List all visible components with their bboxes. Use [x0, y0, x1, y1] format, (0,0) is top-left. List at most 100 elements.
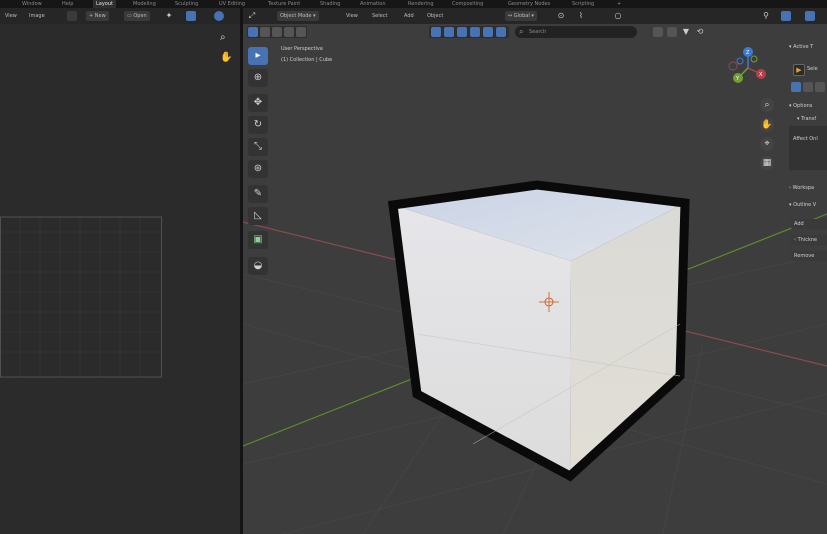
outline-remove-button[interactable]: Remove — [791, 251, 827, 261]
transform-orientation-dropdown[interactable]: ↔ Global ▾ — [505, 11, 537, 21]
cursor-tool[interactable]: ⊕ — [248, 69, 268, 87]
outline-label: Outline V — [793, 202, 817, 208]
sync-icon[interactable]: ⟲ — [695, 27, 705, 37]
outline-add-button[interactable]: Add — [791, 219, 827, 229]
image-pan-hand-icon[interactable]: ✋ — [220, 52, 232, 63]
transform-header[interactable]: ▾ Transf — [797, 116, 816, 122]
tab-sculpting[interactable]: Sculpting — [175, 0, 198, 8]
filter-mesh-icon[interactable] — [431, 27, 441, 37]
active-tool-icon[interactable]: ▶ — [793, 64, 805, 76]
active-tool-label: Active T — [793, 44, 814, 50]
options-header[interactable]: ▾ Options — [789, 103, 812, 109]
viewport-menu-object[interactable]: Object — [424, 11, 446, 21]
uv-grid — [0, 216, 162, 378]
tab-shading[interactable]: Shading — [320, 0, 340, 8]
tab-modeling[interactable]: Modeling — [133, 0, 156, 8]
image-editor-area: ⌕ ✋ — [0, 24, 240, 534]
transform-orientation-label: Global — [513, 13, 530, 19]
gizmo-z-label: Z — [746, 50, 750, 56]
tab-layout[interactable]: Layout — [93, 0, 116, 8]
camera-view-icon[interactable]: ⌖ — [760, 137, 774, 151]
filter-text-icon[interactable] — [483, 27, 493, 37]
outline-header[interactable]: ▾ Outline V — [789, 202, 816, 208]
thickness-field[interactable]: ‹ Thickne — [791, 235, 827, 245]
viewport-menu-add[interactable]: Add — [401, 11, 417, 21]
measure-tool[interactable]: ◺ — [248, 207, 268, 225]
overlay-toggle-icon[interactable] — [805, 11, 815, 21]
funnel-icon[interactable]: ▼ — [681, 27, 691, 37]
menu-window[interactable]: Window — [22, 0, 42, 8]
visibility-icon[interactable]: ⚲ — [761, 11, 771, 21]
sidebar-panel: ▾ Active T ▶ Sele ▾ Options ▾ Transf Aff… — [789, 42, 827, 292]
image-zoom-icon[interactable]: ⌕ — [220, 32, 226, 43]
add-workspace-icon[interactable]: + — [617, 0, 621, 8]
shading-ball-tool[interactable]: ◒ — [248, 257, 268, 275]
3d-viewport[interactable]: Z X Y ⌕ Search ▼ ⟲ User Perspective (1) … — [243, 24, 827, 534]
viewport-header: ⤢ Object Mode ▾ View Select Add Object ↔… — [243, 8, 827, 24]
tab-geometry-nodes[interactable]: Geometry Nodes — [508, 0, 550, 8]
add-cube-tool[interactable]: ▣ — [248, 231, 268, 249]
select-extend-icon[interactable] — [260, 27, 270, 37]
image-editor-header: View Image + New ▭ Open ✦ — [0, 8, 240, 24]
mode-label: Object Mode — [280, 13, 312, 19]
transform-tool[interactable]: ⊛ — [248, 160, 268, 178]
active-tool-header[interactable]: ▾ Active T — [789, 44, 813, 50]
tab-texture-paint[interactable]: Texture Paint — [268, 0, 300, 8]
select-invert-icon[interactable] — [284, 27, 294, 37]
mode-subtract-icon[interactable] — [815, 82, 825, 92]
select-new-icon[interactable] — [248, 27, 258, 37]
mode-dropdown[interactable]: Object Mode ▾ — [277, 11, 319, 21]
rotate-tool[interactable]: ↻ — [248, 116, 268, 134]
filter-meta-icon[interactable] — [470, 27, 480, 37]
select-intersect-icon[interactable] — [296, 27, 306, 37]
select-tool-label: Sele — [807, 66, 818, 72]
proportional-edit-icon[interactable]: ○ — [613, 11, 623, 21]
image-overlay-icon[interactable] — [186, 11, 196, 21]
tab-uv-editing[interactable]: UV Editing — [219, 0, 245, 8]
snap-icon[interactable]: ⌇ — [576, 11, 586, 21]
tab-scripting[interactable]: Scripting — [572, 0, 594, 8]
selection-mode-group — [247, 26, 307, 38]
select-box-tool[interactable]: ▸ — [248, 47, 268, 65]
pan-hand-icon[interactable]: ✋ — [760, 118, 774, 132]
workspace-bar: Window Help Layout Modeling Sculpting UV… — [0, 0, 827, 8]
tab-animation[interactable]: Animation — [360, 0, 386, 8]
zoom-icon[interactable]: ⌕ — [760, 98, 774, 112]
move-tool[interactable]: ✥ — [248, 94, 268, 112]
menu-help[interactable]: Help — [62, 0, 73, 8]
viewport-scene: Z X Y — [243, 47, 827, 534]
tab-rendering[interactable]: Rendering — [408, 0, 434, 8]
search-icon: ⌕ — [519, 27, 524, 36]
annotate-tool[interactable]: ✎ — [248, 185, 268, 203]
viewport-collection-icon[interactable] — [667, 27, 677, 37]
filter-curve-icon[interactable] — [444, 27, 454, 37]
options-label: Options — [793, 103, 813, 109]
image-display-icon[interactable] — [214, 11, 224, 21]
workspace-header[interactable]: › Workspa — [789, 185, 814, 191]
image-editor-type-icon[interactable] — [67, 11, 77, 21]
transform-label: Transf — [801, 116, 817, 122]
mode-extend-icon[interactable] — [803, 82, 813, 92]
viewport-menu-view[interactable]: View — [343, 11, 361, 21]
editor-type-icon[interactable]: ⤢ — [247, 11, 257, 21]
workspace-label: Workspa — [792, 185, 815, 191]
viewport-search-field[interactable]: ⌕ Search — [515, 26, 637, 38]
image-image-menu[interactable]: Image — [26, 11, 48, 21]
ortho-toggle-icon[interactable]: ▦ — [760, 156, 774, 170]
mode-new-icon[interactable] — [791, 82, 801, 92]
viewport-filter-icon[interactable] — [653, 27, 663, 37]
scale-tool[interactable]: ⤡ — [248, 138, 268, 156]
image-new-button[interactable]: + New — [86, 11, 109, 21]
image-open-button[interactable]: ▭ Open — [124, 11, 150, 21]
pivot-icon[interactable]: ⊙ — [556, 11, 566, 21]
gizmo-toggle-icon[interactable] — [781, 11, 791, 21]
search-placeholder: Search — [529, 29, 547, 35]
tab-compositing[interactable]: Compositing — [452, 0, 483, 8]
viewport-menu-select[interactable]: Select — [369, 11, 390, 21]
image-open-label: Open — [133, 13, 147, 19]
filter-surface-icon[interactable] — [457, 27, 467, 37]
filter-camera-icon[interactable] — [496, 27, 506, 37]
image-view-menu[interactable]: View — [2, 11, 20, 21]
select-subtract-icon[interactable] — [272, 27, 282, 37]
pin-icon[interactable]: ✦ — [164, 11, 174, 21]
